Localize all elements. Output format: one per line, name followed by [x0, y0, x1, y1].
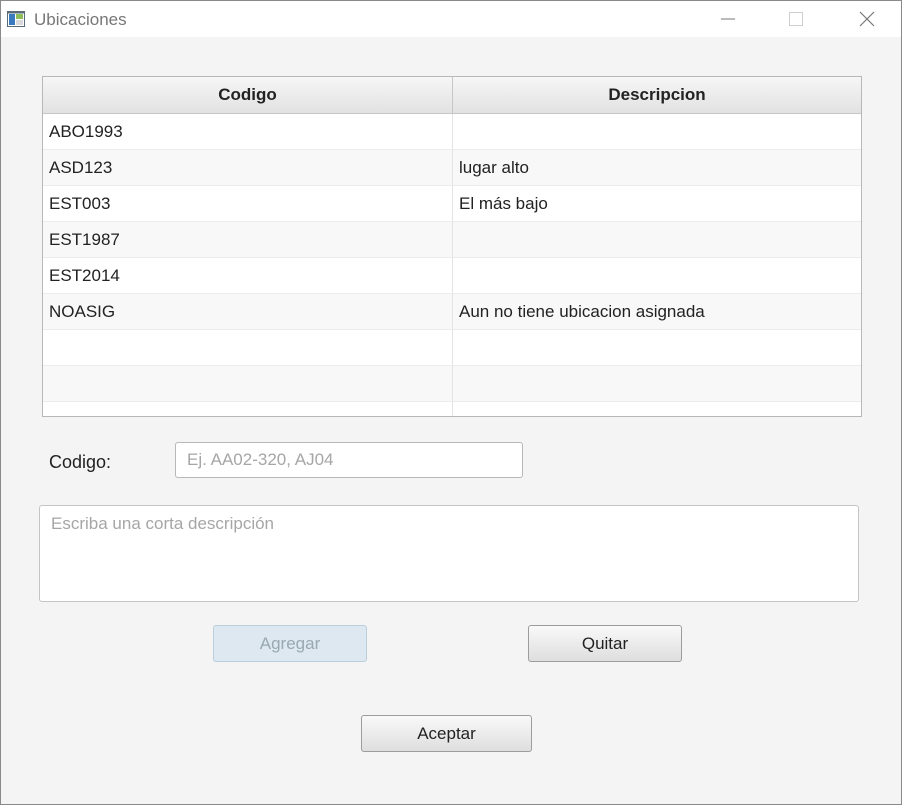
quitar-button[interactable]: Quitar — [528, 625, 682, 662]
ubicaciones-table[interactable]: Codigo Descripcion ABO1993 ASD123 lugar … — [42, 76, 862, 417]
codigo-input[interactable] — [175, 442, 523, 478]
cell-codigo: ASD123 — [43, 150, 453, 186]
close-button[interactable] — [844, 1, 890, 37]
table-row-empty — [43, 366, 861, 402]
title-bar[interactable]: Ubicaciones — [1, 1, 901, 37]
minimize-icon — [721, 18, 735, 20]
column-header-codigo[interactable]: Codigo — [43, 77, 453, 113]
maximize-button[interactable] — [773, 1, 819, 37]
table-body: ABO1993 ASD123 lugar alto EST003 El más … — [43, 114, 861, 416]
cell-codigo — [43, 402, 453, 416]
window-title: Ubicaciones — [34, 10, 127, 29]
cell-codigo: EST003 — [43, 186, 453, 222]
cell-codigo — [43, 366, 453, 402]
minimize-button[interactable] — [705, 1, 751, 37]
column-header-descripcion[interactable]: Descripcion — [453, 77, 861, 113]
cell-descripcion — [453, 330, 861, 366]
cell-descripcion — [453, 402, 861, 416]
cell-codigo: NOASIG — [43, 294, 453, 330]
table-row-empty — [43, 402, 861, 416]
table-row[interactable]: ASD123 lugar alto — [43, 150, 861, 186]
cell-descripcion — [453, 258, 861, 294]
cell-descripcion — [453, 366, 861, 402]
table-header: Codigo Descripcion — [43, 77, 861, 114]
cell-descripcion — [453, 114, 861, 150]
table-row[interactable]: EST1987 — [43, 222, 861, 258]
cell-codigo — [43, 330, 453, 366]
cell-codigo: EST2014 — [43, 258, 453, 294]
descripcion-textarea[interactable] — [39, 505, 859, 602]
cell-descripcion: lugar alto — [453, 150, 861, 186]
close-icon — [859, 11, 875, 27]
table-row[interactable]: EST003 El más bajo — [43, 186, 861, 222]
cell-codigo: ABO1993 — [43, 114, 453, 150]
codigo-label: Codigo: — [49, 452, 112, 472]
cell-codigo: EST1987 — [43, 222, 453, 258]
cell-descripcion: El más bajo — [453, 186, 861, 222]
table-row-empty — [43, 330, 861, 366]
agregar-button[interactable]: Agregar — [213, 625, 367, 662]
aceptar-button[interactable]: Aceptar — [361, 715, 532, 752]
table-row[interactable]: EST2014 — [43, 258, 861, 294]
cell-descripcion: Aun no tiene ubicacion asignada — [453, 294, 861, 330]
ubicaciones-window: Ubicaciones Codigo Descripcion ABO1993 A… — [0, 0, 902, 805]
maximize-icon — [789, 12, 803, 26]
table-row[interactable]: ABO1993 — [43, 114, 861, 150]
table-row[interactable]: NOASIG Aun no tiene ubicacion asignada — [43, 294, 861, 330]
cell-descripcion — [453, 222, 861, 258]
app-window-icon — [7, 11, 25, 27]
